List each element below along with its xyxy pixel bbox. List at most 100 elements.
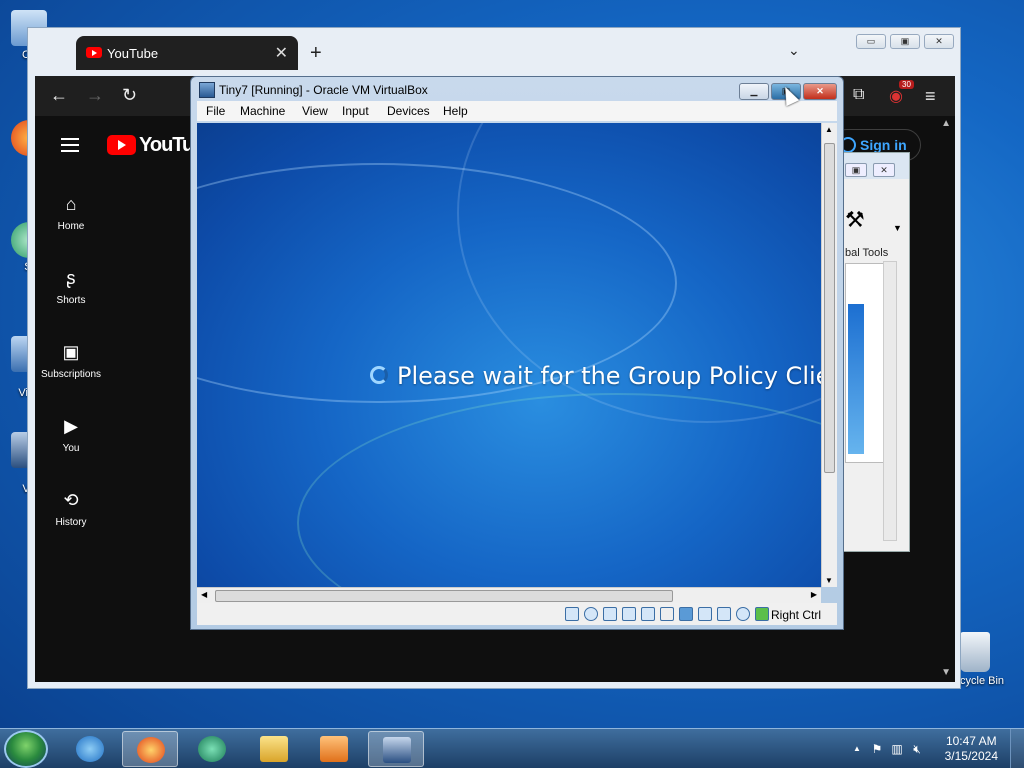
scrollbar-thumb[interactable]: [824, 143, 835, 473]
folder-icon: [260, 736, 288, 762]
hamburger-menu-icon[interactable]: [61, 138, 79, 152]
tab-close-icon[interactable]: ✕: [275, 43, 288, 63]
video-capture-icon[interactable]: [698, 607, 712, 621]
hard-disk-icon[interactable]: [565, 607, 579, 621]
keyboard-capture-icon[interactable]: [755, 607, 769, 621]
menu-view[interactable]: View: [302, 104, 328, 118]
forward-button[interactable]: →: [86, 85, 104, 106]
scroll-left-arrow-icon[interactable]: ◀: [201, 590, 207, 599]
scroll-right-arrow-icon[interactable]: ▶: [811, 590, 817, 599]
internet-explorer-icon: [76, 736, 104, 762]
show-hidden-icons-button[interactable]: ▲: [850, 742, 864, 756]
vertical-scrollbar[interactable]: ▲ ▼: [821, 123, 837, 587]
usb-icon[interactable]: [641, 607, 655, 621]
scroll-down-arrow-icon[interactable]: ▼: [825, 576, 833, 585]
clock-date: 3/15/2024: [944, 749, 998, 763]
sidebar-item-home[interactable]: ⌂ Home: [35, 194, 107, 232]
close-button[interactable]: ✕: [924, 34, 954, 49]
system-tray: ▲ ⚑ ▥ 🔇︎ 10:47 AM 3/15/2024: [834, 729, 1024, 768]
taskbar-app-green[interactable]: [184, 731, 240, 767]
tab-strip: YouTube ✕ + ⌄ ▭ ▣ ✕: [28, 28, 960, 74]
guest-status-message: Please wait for the Group Policy Client.…: [397, 362, 821, 390]
audio-icon[interactable]: [603, 607, 617, 621]
scrollbar[interactable]: [883, 261, 897, 541]
back-button[interactable]: ←: [50, 85, 68, 106]
network-icon[interactable]: ▥: [890, 742, 904, 756]
sidebar-item-label: Subscriptions: [40, 369, 102, 380]
menu-machine[interactable]: Machine: [240, 104, 285, 118]
scroll-up-arrow-icon[interactable]: ▲: [941, 118, 951, 129]
sidebar-item-label: Shorts: [56, 295, 86, 306]
close-button[interactable]: ✕: [873, 163, 895, 177]
background-window-titlebar: ▣ ✕: [841, 153, 909, 179]
maximize-button[interactable]: ▣: [845, 163, 867, 177]
horizontal-scrollbar[interactable]: ◀ ▶: [197, 587, 821, 603]
minimize-button[interactable]: ▭: [856, 34, 886, 49]
youtube-favicon-icon: [86, 47, 102, 58]
app-menu-button[interactable]: ≡: [925, 86, 936, 107]
taskbar-virtualbox[interactable]: [368, 731, 424, 767]
shared-folders-icon[interactable]: [660, 607, 674, 621]
flag-icon[interactable]: ⚑: [870, 742, 884, 756]
extensions-icon[interactable]: ⧉: [853, 86, 864, 104]
vm-display[interactable]: Please wait for the Group Policy Client.…: [197, 123, 821, 587]
sidebar-item-shorts[interactable]: ʂ Shorts: [35, 268, 107, 306]
taskbar-media-player[interactable]: [306, 731, 362, 767]
preview-image: [848, 304, 864, 454]
shorts-icon: ʂ: [66, 268, 76, 288]
tab-title: YouTube: [107, 46, 159, 61]
mouse-integration-icon[interactable]: [736, 607, 750, 621]
clock[interactable]: 10:47 AM 3/15/2024: [945, 734, 998, 764]
window-title: Tiny7 [Running] - Oracle VM VirtualBox: [219, 83, 428, 97]
virtualbox-icon: [199, 82, 215, 98]
minimize-button[interactable]: ▁: [739, 83, 769, 100]
extension-badge: 30: [899, 80, 914, 89]
you-icon: ▶: [64, 416, 78, 436]
youtube-play-icon: [107, 135, 136, 155]
menu-devices[interactable]: Devices: [387, 104, 430, 118]
start-button[interactable]: [4, 730, 48, 768]
loading-spinner-icon: [370, 366, 388, 384]
ublock-extension-icon[interactable]: ◉: [889, 86, 903, 106]
reload-button[interactable]: ↻: [122, 85, 137, 106]
tab-youtube[interactable]: YouTube ✕: [76, 36, 298, 70]
host-key-label: Right Ctrl: [771, 608, 822, 622]
wallpaper-swirl: [297, 393, 821, 587]
scroll-up-arrow-icon[interactable]: ▲: [825, 125, 833, 134]
sidebar-item-you[interactable]: ▶ You: [35, 416, 107, 454]
tools-icon[interactable]: ⚒: [845, 207, 865, 233]
display-icon[interactable]: [679, 607, 693, 621]
firefox-icon: [137, 737, 165, 763]
cpu-icon[interactable]: [717, 607, 731, 621]
network-icon[interactable]: [622, 607, 636, 621]
clock-time: 10:47 AM: [945, 734, 997, 748]
menu-bar: File Machine View Input Devices Help: [197, 101, 837, 121]
background-app-window: ▣ ✕ ⚒ ▼ bal Tools: [840, 152, 910, 552]
green-app-icon: [198, 736, 226, 762]
menu-file[interactable]: File: [206, 104, 225, 118]
sidebar-item-subscriptions[interactable]: ▣ Subscriptions: [35, 342, 107, 380]
tools-label: bal Tools: [845, 247, 889, 259]
tab-list-button[interactable]: ⌄: [788, 42, 800, 59]
volume-muted-icon[interactable]: 🔇︎: [910, 742, 924, 756]
menu-help[interactable]: Help: [443, 104, 468, 118]
show-desktop-button[interactable]: [1010, 729, 1024, 768]
menu-input[interactable]: Input: [342, 104, 369, 118]
close-button[interactable]: ✕: [803, 83, 837, 100]
new-tab-button[interactable]: +: [310, 42, 322, 65]
taskbar: ▲ ⚑ ▥ 🔇︎ 10:47 AM 3/15/2024: [0, 728, 1024, 768]
preview-pane: [845, 263, 885, 463]
recycle-bin-icon: [960, 632, 990, 672]
scroll-down-arrow-icon[interactable]: ▼: [941, 667, 951, 678]
taskbar-firefox[interactable]: [122, 731, 178, 767]
maximize-button[interactable]: ▣: [890, 34, 920, 49]
media-player-icon: [320, 736, 348, 762]
dropdown-arrow-icon[interactable]: ▼: [893, 223, 902, 233]
taskbar-internet-explorer[interactable]: [62, 731, 118, 767]
sign-in-label: Sign in: [860, 137, 907, 153]
scrollbar-thumb[interactable]: [215, 590, 673, 602]
taskbar-file-explorer[interactable]: [246, 731, 302, 767]
optical-drive-icon[interactable]: [584, 607, 598, 621]
sidebar-item-label: History: [55, 517, 87, 528]
sidebar-item-history[interactable]: ⟲ History: [35, 490, 107, 528]
